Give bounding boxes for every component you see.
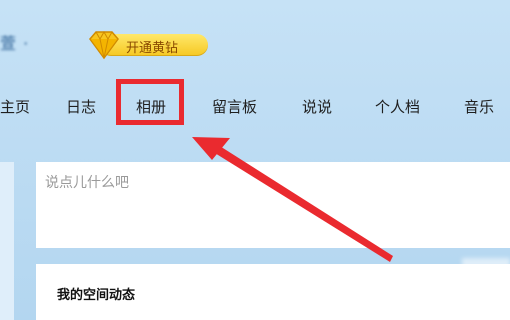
nav-item-home[interactable]: 主页 <box>0 96 30 117</box>
vip-label: 开通黄钻 <box>126 41 179 56</box>
watermark <box>462 258 510 320</box>
nav-item-blog[interactable]: 日志 <box>66 96 96 117</box>
activity-feed-title: 我的空间动态 <box>57 288 136 303</box>
nav-item-profile[interactable]: 个人档 <box>375 96 420 117</box>
nav-item-shuoshuo[interactable]: 说说 <box>302 96 332 117</box>
left-panel <box>0 162 14 320</box>
username[interactable]: 萱 · <box>0 30 29 54</box>
diamond-icon <box>89 30 119 60</box>
profile-header: 萱 · 开通黄钻 <box>0 0 510 75</box>
highlight-box-album <box>116 79 184 125</box>
nav-item-guestbook[interactable]: 留言板 <box>212 96 257 117</box>
composer-placeholder: 说点儿什么吧 <box>45 175 129 191</box>
nav-item-music[interactable]: 音乐 <box>464 96 494 117</box>
